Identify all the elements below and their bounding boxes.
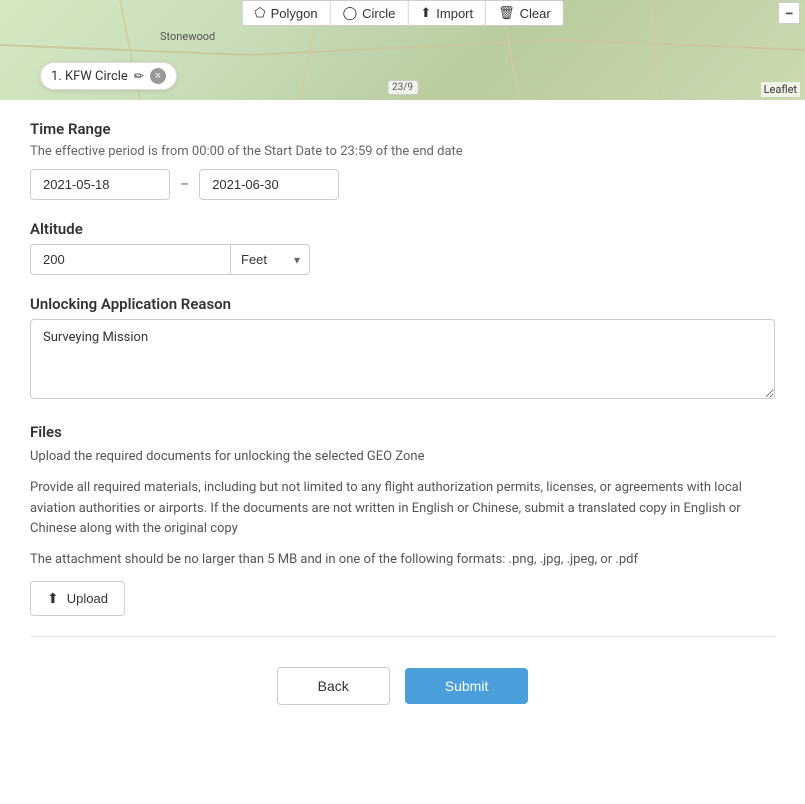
clear-icon: 🗑 [498,5,515,21]
polygon-label: Polygon [271,6,318,21]
upload-label: Upload [67,591,108,606]
leaflet-credit: Leaflet [761,82,800,97]
reason-section: Unlocking Application Reason [30,295,775,423]
circle-tool-button[interactable]: ◯ Circle [331,1,409,25]
altitude-unit-select[interactable]: Feet Meters [230,244,310,275]
import-icon: ⬆ [420,5,431,21]
main-content: Time Range The effective period is from … [0,100,805,745]
files-desc1: Upload the required documents for unlock… [30,447,775,468]
end-date-input[interactable] [199,169,339,200]
submit-button[interactable]: Submit [405,668,529,704]
upload-icon: ⬆ [47,590,59,607]
circle-zone-tag: 1. KFW Circle ✏ × [40,62,177,90]
import-tool-button[interactable]: ⬆ Import [408,1,486,25]
altitude-section: Altitude Feet Meters [30,220,775,275]
divider [30,636,775,637]
altitude-row: Feet Meters [30,244,775,275]
edit-icon: ✏ [134,69,144,83]
clear-label: Clear [520,6,551,21]
upload-button[interactable]: ⬆ Upload [30,581,125,616]
circle-tag-close-button[interactable]: × [150,68,166,84]
zoom-out-button[interactable]: − [778,2,800,24]
date-range-row: – [30,169,775,200]
time-range-title: Time Range [30,120,775,138]
import-label: Import [436,6,473,21]
altitude-title: Altitude [30,220,775,238]
start-date-input[interactable] [30,169,170,200]
circle-tag-label: 1. KFW Circle [51,69,128,84]
files-desc2: Provide all required materials, includin… [30,478,775,540]
map-number-badge: 23/9 [387,80,418,95]
polygon-tool-button[interactable]: ⬠ Polygon [242,1,330,25]
reason-textarea[interactable] [30,319,775,399]
files-desc3: The attachment should be no larger than … [30,550,775,571]
circle-label: Circle [362,6,395,21]
files-section: Files Upload the required documents for … [30,423,775,616]
back-button[interactable]: Back [277,667,390,705]
map-place-label: Stonewood [160,30,215,43]
clear-tool-button[interactable]: 🗑 Clear [486,1,563,25]
polygon-icon: ⬠ [254,5,265,21]
map-toolbar: ⬠ Polygon ◯ Circle ⬆ Import 🗑 Clear [241,0,563,26]
altitude-unit-wrapper: Feet Meters [230,244,310,275]
files-title: Files [30,423,775,441]
map-area: ⬠ Polygon ◯ Circle ⬆ Import 🗑 Clear Ston… [0,0,805,100]
altitude-input[interactable] [30,244,230,275]
circle-icon: ◯ [343,5,358,21]
time-range-hint: The effective period is from 00:00 of th… [30,144,775,159]
reason-title: Unlocking Application Reason [30,295,775,313]
time-range-section: Time Range The effective period is from … [30,120,775,200]
date-separator: – [170,177,199,193]
action-row: Back Submit [30,657,775,725]
